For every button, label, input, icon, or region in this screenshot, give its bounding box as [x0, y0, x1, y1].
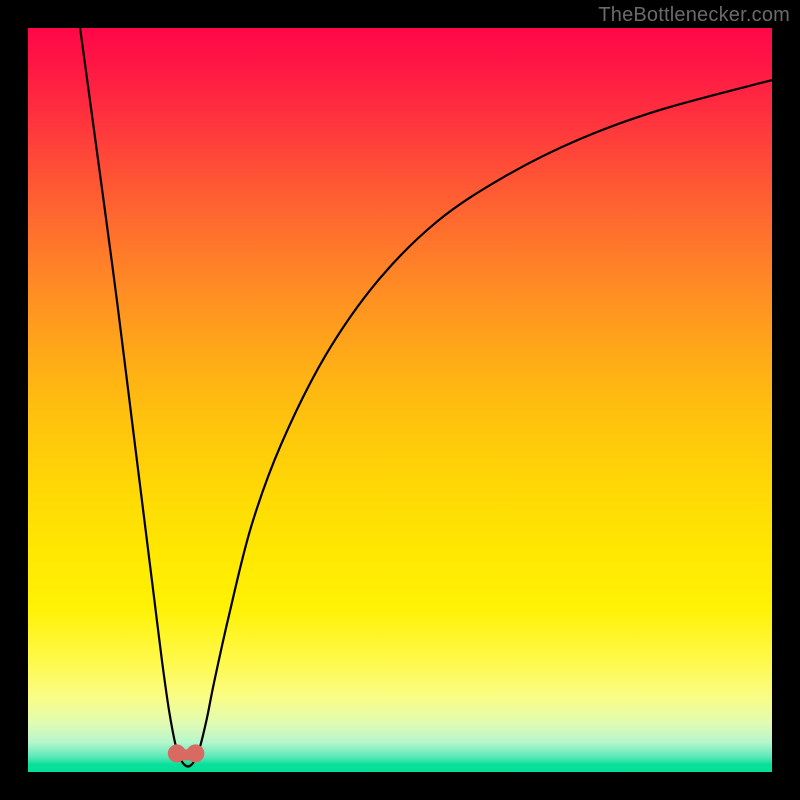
marker-valley-left: [168, 744, 186, 762]
valley-markers: [168, 744, 205, 762]
chart-svg: [28, 28, 772, 772]
chart-frame: TheBottlenecker.com: [0, 0, 800, 800]
watermark-text: TheBottlenecker.com: [598, 4, 790, 27]
bottleneck-curve: [80, 28, 772, 766]
marker-valley-right: [186, 744, 204, 762]
plot-area: [28, 28, 772, 772]
